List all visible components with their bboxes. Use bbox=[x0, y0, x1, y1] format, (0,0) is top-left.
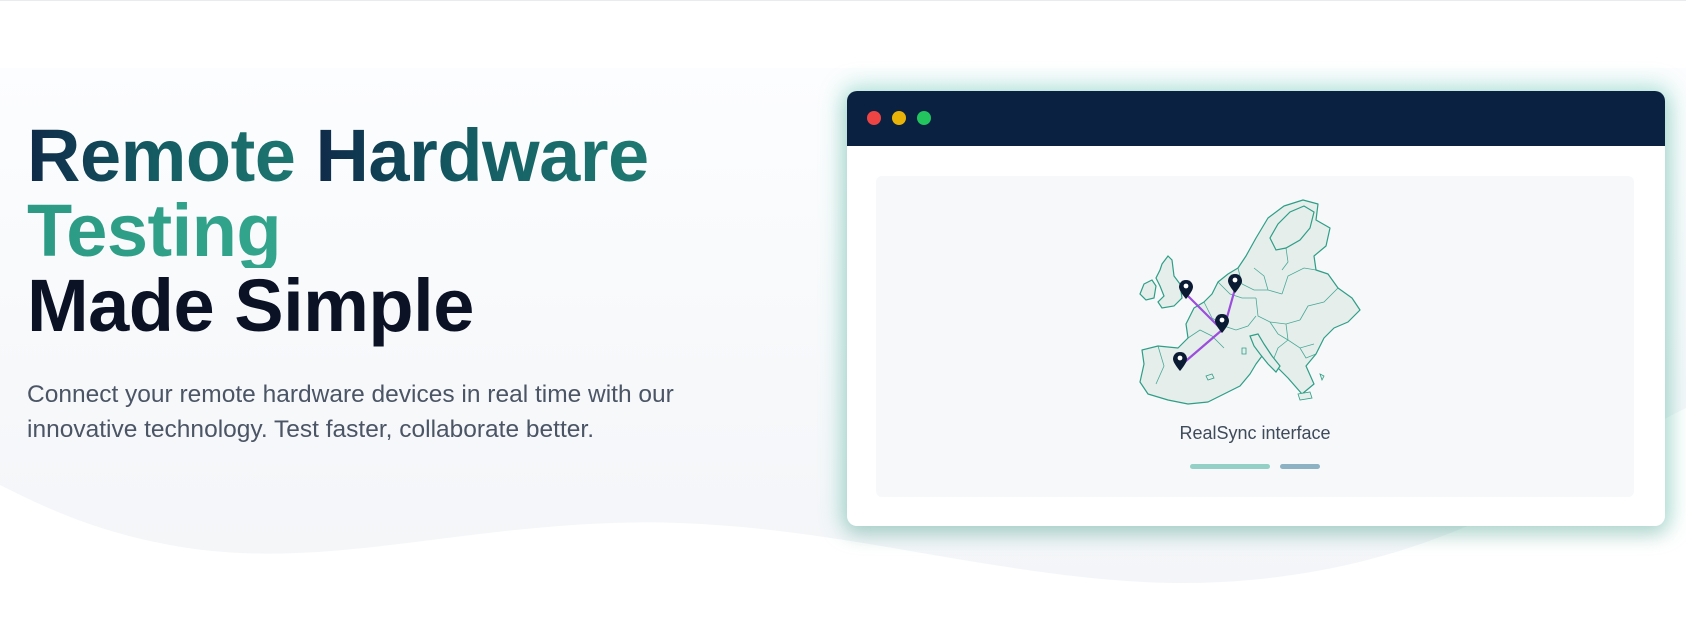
hero-title-line-1: Remote Hardware bbox=[27, 118, 649, 193]
loading-bar-secondary bbox=[1280, 464, 1320, 469]
window-minimize-dot bbox=[892, 111, 906, 125]
loading-bar-primary bbox=[1190, 464, 1270, 469]
preview-caption: RealSync interface bbox=[1179, 423, 1331, 443]
hero-title-remote: Remote bbox=[27, 114, 316, 197]
hero-title-made-simple: Made Simple bbox=[27, 264, 474, 347]
hero-subtitle: Connect your remote hardware devices in … bbox=[27, 381, 674, 443]
window-maximize-dot bbox=[917, 111, 931, 125]
preview-panel: RealSync interface bbox=[876, 176, 1634, 497]
window-titlebar bbox=[847, 91, 1665, 146]
europe-map bbox=[1139, 199, 1361, 405]
window-close-dot bbox=[867, 111, 881, 125]
hero-title-hardware: Hardware bbox=[315, 114, 649, 197]
app-preview-window: RealSync interface bbox=[847, 91, 1665, 526]
hero-title: Remote Hardware Testing Made Simple bbox=[27, 118, 649, 343]
hero-title-testing: Testing bbox=[27, 193, 649, 268]
